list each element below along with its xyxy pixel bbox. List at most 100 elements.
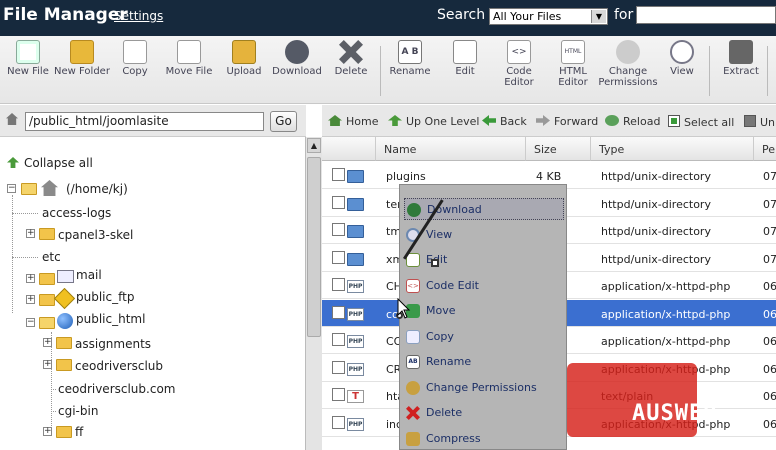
file-name[interactable]: plugins: [386, 170, 426, 183]
php-file-icon: PHP: [347, 362, 364, 376]
row-checkbox[interactable]: [332, 360, 345, 374]
column-header-permissions[interactable]: Pe: [754, 137, 776, 161]
row-checkbox[interactable]: [332, 250, 345, 264]
expand-toggle[interactable]: +: [43, 360, 52, 369]
menu-item-code-edit[interactable]: <> Code Edit: [404, 275, 564, 297]
expand-toggle[interactable]: +: [26, 274, 35, 283]
row-checkbox[interactable]: [332, 223, 345, 236]
menu-item-change-permissions[interactable]: Change Permissions: [404, 377, 564, 399]
unselect-all-button[interactable]: Un: [744, 115, 775, 129]
tree-line: [51, 389, 56, 390]
text-file-icon: T: [347, 390, 364, 403]
tree-item-ceodriversclub[interactable]: ceodriversclub: [75, 359, 163, 373]
edit-button[interactable]: Edit: [437, 40, 493, 77]
menu-item-copy[interactable]: Copy: [404, 326, 564, 348]
tree-line: [51, 411, 56, 412]
toolbar-label: New File: [7, 66, 49, 77]
tree-item-cgi-bin[interactable]: cgi-bin: [58, 404, 98, 418]
expand-toggle[interactable]: +: [26, 229, 35, 238]
html-editor-icon: HTML: [561, 40, 585, 64]
row-checkbox[interactable]: [332, 195, 345, 209]
tree-item-etc[interactable]: etc: [42, 250, 61, 264]
select-all-button[interactable]: Select all: [668, 115, 734, 129]
move-file-button[interactable]: Move File: [161, 40, 217, 77]
go-button[interactable]: Go: [270, 111, 297, 132]
search-scope-select[interactable]: All Your Files ▼: [489, 8, 608, 25]
file-permissions: 07: [763, 252, 776, 266]
menu-item-delete[interactable]: Delete: [404, 402, 564, 424]
search-input[interactable]: [636, 6, 776, 24]
menu-item-download[interactable]: Download: [404, 198, 564, 220]
tree-item-access-logs[interactable]: access-logs: [42, 206, 111, 220]
tree-item-assignments[interactable]: assignments: [75, 337, 151, 351]
up-one-level-button[interactable]: Up One Level: [388, 115, 479, 128]
delete-button[interactable]: Delete: [323, 40, 379, 77]
new-file-button[interactable]: New File: [0, 40, 56, 77]
toolbar-label: Download: [272, 66, 322, 77]
expand-toggle[interactable]: −: [26, 318, 35, 327]
extract-button[interactable]: Extract: [713, 40, 769, 77]
folder-open-icon: [21, 183, 37, 195]
toolbar-label: Move File: [165, 66, 213, 77]
tree-item-cpanel3-skel[interactable]: cpanel3-skel: [58, 228, 133, 242]
reload-button[interactable]: Reload: [605, 115, 660, 128]
home-icon: [328, 115, 342, 126]
tree-item-ceodriversclub-com[interactable]: ceodriversclub.com: [58, 382, 175, 396]
column-header-type[interactable]: Type: [591, 137, 754, 161]
menu-item-move[interactable]: Move: [404, 300, 564, 322]
directory-tree: Collapse all − (/home/kj) access-logs + …: [0, 137, 306, 450]
tree-root[interactable]: (/home/kj): [66, 182, 128, 196]
menu-item-compress[interactable]: Compress: [404, 428, 564, 450]
menu-item-view[interactable]: View: [404, 224, 564, 246]
rename-button[interactable]: A B Rename: [382, 40, 438, 77]
scroll-up-icon[interactable]: ▲: [307, 138, 321, 153]
row-checkbox[interactable]: [332, 333, 345, 346]
mouse-cursor-icon: [397, 298, 411, 319]
toolbar-divider: [767, 46, 768, 96]
path-input[interactable]: /public_html/joomlasite: [25, 112, 264, 131]
file-type: application/x-httpd-php: [601, 307, 731, 321]
menu-item-rename[interactable]: AB Rename: [404, 351, 564, 373]
tree-scrollbar[interactable]: ▲: [305, 137, 322, 450]
row-checkbox[interactable]: [332, 415, 345, 429]
scroll-thumb[interactable]: [307, 157, 321, 337]
uncheck-icon: [744, 115, 756, 127]
file-permissions: 06: [763, 417, 776, 431]
toolbar: New File New Folder Copy Move File Uploa…: [0, 36, 776, 104]
tree-item-ff[interactable]: ff: [75, 425, 83, 439]
key-icon: [616, 40, 640, 64]
row-checkbox[interactable]: [332, 278, 345, 291]
copy-button[interactable]: Copy: [107, 40, 163, 77]
column-header-size[interactable]: Size: [526, 137, 591, 161]
code-editor-button[interactable]: <> Code Editor: [491, 40, 547, 88]
html-editor-button[interactable]: HTML HTML Editor: [545, 40, 601, 88]
tree-item-mail[interactable]: mail: [76, 268, 102, 282]
back-button[interactable]: Back: [482, 115, 527, 128]
collapse-all-label: Collapse all: [24, 156, 93, 170]
collapse-all-button[interactable]: Collapse all: [7, 156, 93, 170]
expand-toggle[interactable]: +: [43, 338, 52, 347]
delete-icon: [339, 40, 363, 64]
settings-link[interactable]: Settings: [114, 9, 163, 23]
expand-toggle[interactable]: −: [7, 184, 16, 193]
file-permissions: 06: [763, 280, 776, 293]
row-checkbox[interactable]: [332, 305, 345, 319]
expand-toggle[interactable]: +: [43, 427, 52, 436]
home-button[interactable]: Home: [328, 115, 378, 128]
row-checkbox[interactable]: [332, 168, 345, 181]
tree-item-public-ftp[interactable]: public_ftp: [76, 290, 134, 304]
upload-button[interactable]: Upload: [216, 40, 272, 77]
download-button[interactable]: Download: [269, 40, 325, 77]
expand-toggle[interactable]: +: [26, 295, 35, 304]
column-header-name[interactable]: Name: [376, 137, 526, 161]
change-permissions-button[interactable]: Change Permissions: [598, 40, 658, 88]
forward-button[interactable]: Forward: [536, 115, 598, 128]
toolbar-label: Copy: [122, 66, 148, 77]
chevron-down-icon[interactable]: ▼: [591, 10, 606, 23]
row-checkbox[interactable]: [332, 388, 345, 401]
tree-item-public-html[interactable]: public_html: [76, 312, 145, 326]
search-label: Search: [437, 7, 486, 23]
menu-item-edit[interactable]: Edit: [404, 249, 564, 271]
view-button[interactable]: View: [654, 40, 710, 77]
new-folder-button[interactable]: New Folder: [54, 40, 110, 77]
